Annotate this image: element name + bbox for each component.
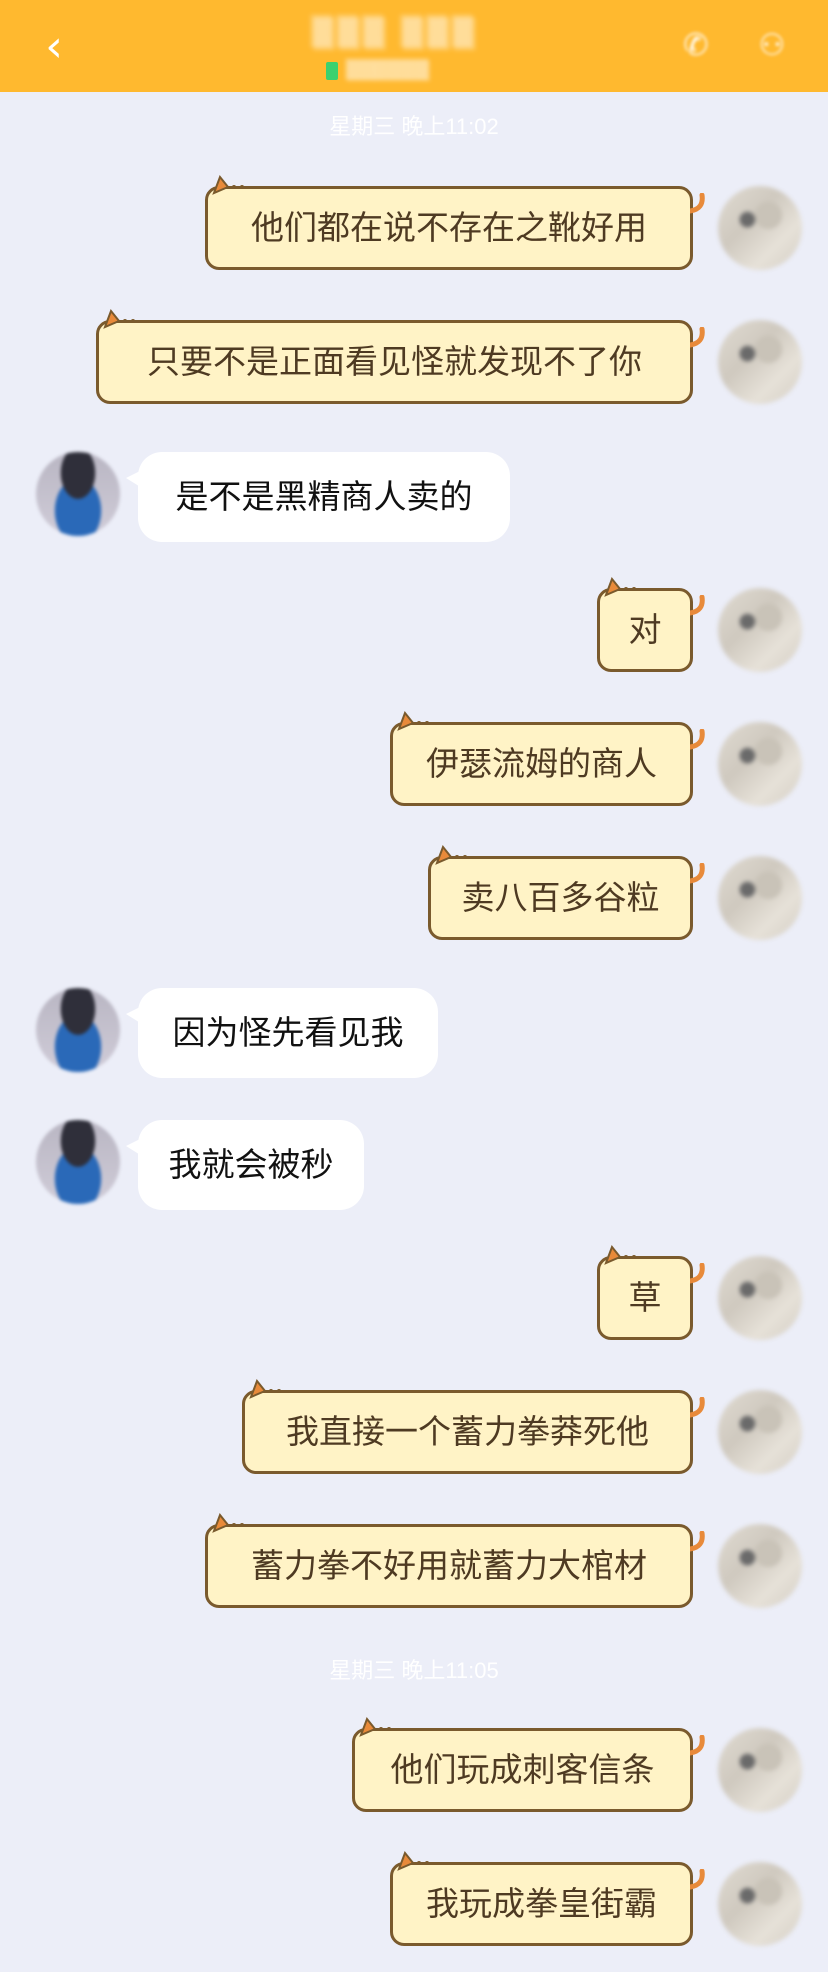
message-text: 他们都在说不存在之靴好用 (251, 208, 647, 247)
message-text: 他们玩成刺客信条 (390, 1750, 655, 1789)
avatar[interactable] (36, 988, 120, 1072)
cat-tail-decoration (690, 1263, 705, 1284)
avatar[interactable] (36, 452, 120, 536)
cat-tail-decoration (690, 193, 705, 214)
avatar[interactable] (718, 1728, 802, 1812)
chevron-left-icon: ‹ (45, 21, 63, 72)
avatar[interactable] (718, 1524, 802, 1608)
cat-tail-decoration (690, 1531, 705, 1552)
cat-tail-decoration (690, 1735, 705, 1756)
message-text: 卖八百多谷粒 (461, 878, 660, 917)
cat-tail-decoration (690, 327, 705, 348)
message-bubble-received[interactable]: 是不是黑精商人卖的 (126, 452, 510, 542)
back-button[interactable]: ‹ (34, 22, 74, 72)
message-bubble-sent[interactable]: 我玩成拳皇街霸 (390, 1851, 705, 1946)
message-bubble-sent[interactable]: 卖八百多谷粒 (428, 845, 705, 940)
message-bubble-sent[interactable]: 他们玩成刺客信条 (352, 1717, 705, 1812)
chat-title-block[interactable]: ▒▒▒ ▒▒▒ ▒▒▒▒▒▒ (230, 14, 560, 84)
avatar[interactable] (718, 588, 802, 672)
message-bubble-sent[interactable]: 草 (597, 1245, 705, 1340)
message-bubble-sent[interactable]: 对 (597, 577, 705, 672)
avatar[interactable] (718, 856, 802, 940)
cat-tail-decoration (690, 729, 705, 750)
message-bubble-sent[interactable]: 他们都在说不存在之靴好用 (205, 175, 705, 270)
message-text: 只要不是正面看见怪就发现不了你 (147, 342, 642, 381)
avatar[interactable] (718, 1390, 802, 1474)
avatar[interactable] (718, 1862, 802, 1946)
avatar[interactable] (36, 1120, 120, 1204)
chat-status: ▒▒▒▒▒▒ (346, 60, 430, 81)
message-text: 对 (628, 610, 662, 649)
cat-tail-decoration (690, 595, 705, 616)
cat-tail-decoration (690, 1869, 705, 1890)
avatar[interactable] (718, 1256, 802, 1340)
chat-title: ▒▒▒ ▒▒▒ (311, 16, 479, 49)
message-text: 是不是黑精商人卖的 (175, 477, 473, 516)
online-status-dot (326, 62, 338, 80)
avatar[interactable] (718, 722, 802, 806)
message-text: 因为怪先看见我 (172, 1013, 404, 1052)
timestamp: 星期三 晚上11:05 (329, 1658, 499, 1683)
message-bubble-sent[interactable]: 我直接一个蓄力拳莽死他 (242, 1379, 705, 1474)
message-text: 伊瑟流姆的商人 (426, 744, 657, 783)
avatar[interactable] (718, 320, 802, 404)
message-text: 草 (628, 1278, 662, 1317)
message-bubble-sent[interactable]: 蓄力拳不好用就蓄力大棺材 (205, 1513, 705, 1608)
message-bubble-received[interactable]: 因为怪先看见我 (126, 988, 438, 1078)
message-bubble-sent[interactable]: 伊瑟流姆的商人 (390, 711, 705, 806)
message-text: 我就会被秒 (168, 1145, 334, 1184)
message-text: 我玩成拳皇街霸 (426, 1884, 657, 1923)
cat-tail-decoration (690, 1397, 705, 1418)
message-bubble-sent[interactable]: 只要不是正面看见怪就发现不了你 (96, 309, 705, 404)
message-text: 我直接一个蓄力拳莽死他 (286, 1412, 649, 1451)
top-bar: ‹ ▒▒▒ ▒▒▒ ▒▒▒▒▒▒ ✆ ⚇ (0, 0, 828, 92)
phone-icon[interactable]: ✆ (676, 26, 716, 66)
person-icon[interactable]: ⚇ (752, 26, 792, 66)
message-text: 蓄力拳不好用就蓄力大棺材 (251, 1546, 647, 1585)
avatar[interactable] (718, 186, 802, 270)
timestamp: 星期三 晚上11:02 (329, 114, 499, 139)
cat-tail-decoration (690, 863, 705, 884)
message-bubble-received[interactable]: 我就会被秒 (126, 1120, 364, 1210)
